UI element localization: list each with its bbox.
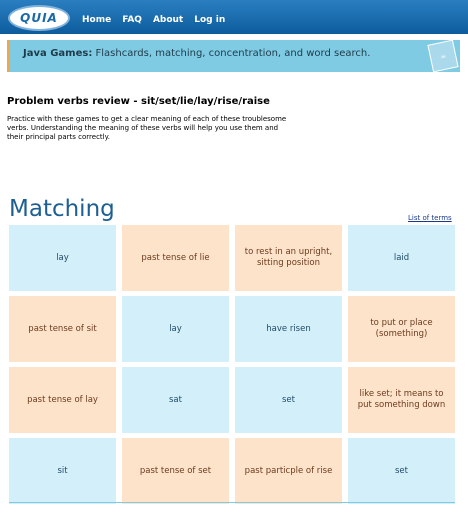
matching-card[interactable]: laid [348,225,455,291]
banner-text: Java Games: Flashcards, matching, concen… [23,48,370,59]
banner-bold-label: Java Games: [23,48,93,59]
matching-card[interactable]: lay [122,296,229,362]
matching-grid: lay past tense of lie to rest in an upri… [9,225,455,504]
java-badge-icon: ☕ [427,39,459,73]
nav-home-link[interactable]: Home [82,15,111,25]
list-of-terms-link[interactable]: List of terms [408,214,452,222]
matching-card[interactable]: lay [9,225,116,291]
matching-card[interactable]: to rest in an upright, sitting position [235,225,342,291]
matching-card[interactable]: past tense of sit [9,296,116,362]
matching-card[interactable]: past particple of rise [235,438,342,504]
matching-card[interactable]: have risen [235,296,342,362]
java-games-banner: Java Games: Flashcards, matching, concen… [7,39,460,73]
matching-card[interactable]: to put or place (something) [348,296,455,362]
page-description: Practice with these games to get a clear… [7,115,287,141]
matching-card[interactable]: set [348,438,455,504]
matching-card[interactable]: past tense of lay [9,367,116,433]
logo-text: QUIA [20,11,58,25]
page-title: Problem verbs review - sit/set/lie/lay/r… [7,96,270,107]
banner-description: Flashcards, matching, concentration, and… [95,48,371,59]
matching-card[interactable]: sit [9,438,116,504]
matching-card[interactable]: like set; it means to put something down [348,367,455,433]
main-nav: Home FAQ About Log in [82,15,225,25]
matching-card[interactable]: sat [122,367,229,433]
nav-login-link[interactable]: Log in [194,15,225,25]
quia-logo[interactable]: QUIA [8,5,70,31]
matching-heading: Matching [9,196,115,222]
top-navigation-bar: QUIA Home FAQ About Log in [0,0,468,34]
matching-card[interactable]: set [235,367,342,433]
bottom-divider [9,502,455,503]
nav-about-link[interactable]: About [153,15,183,25]
matching-card[interactable]: past tense of lie [122,225,229,291]
nav-faq-link[interactable]: FAQ [122,15,142,25]
matching-card[interactable]: past tense of set [122,438,229,504]
